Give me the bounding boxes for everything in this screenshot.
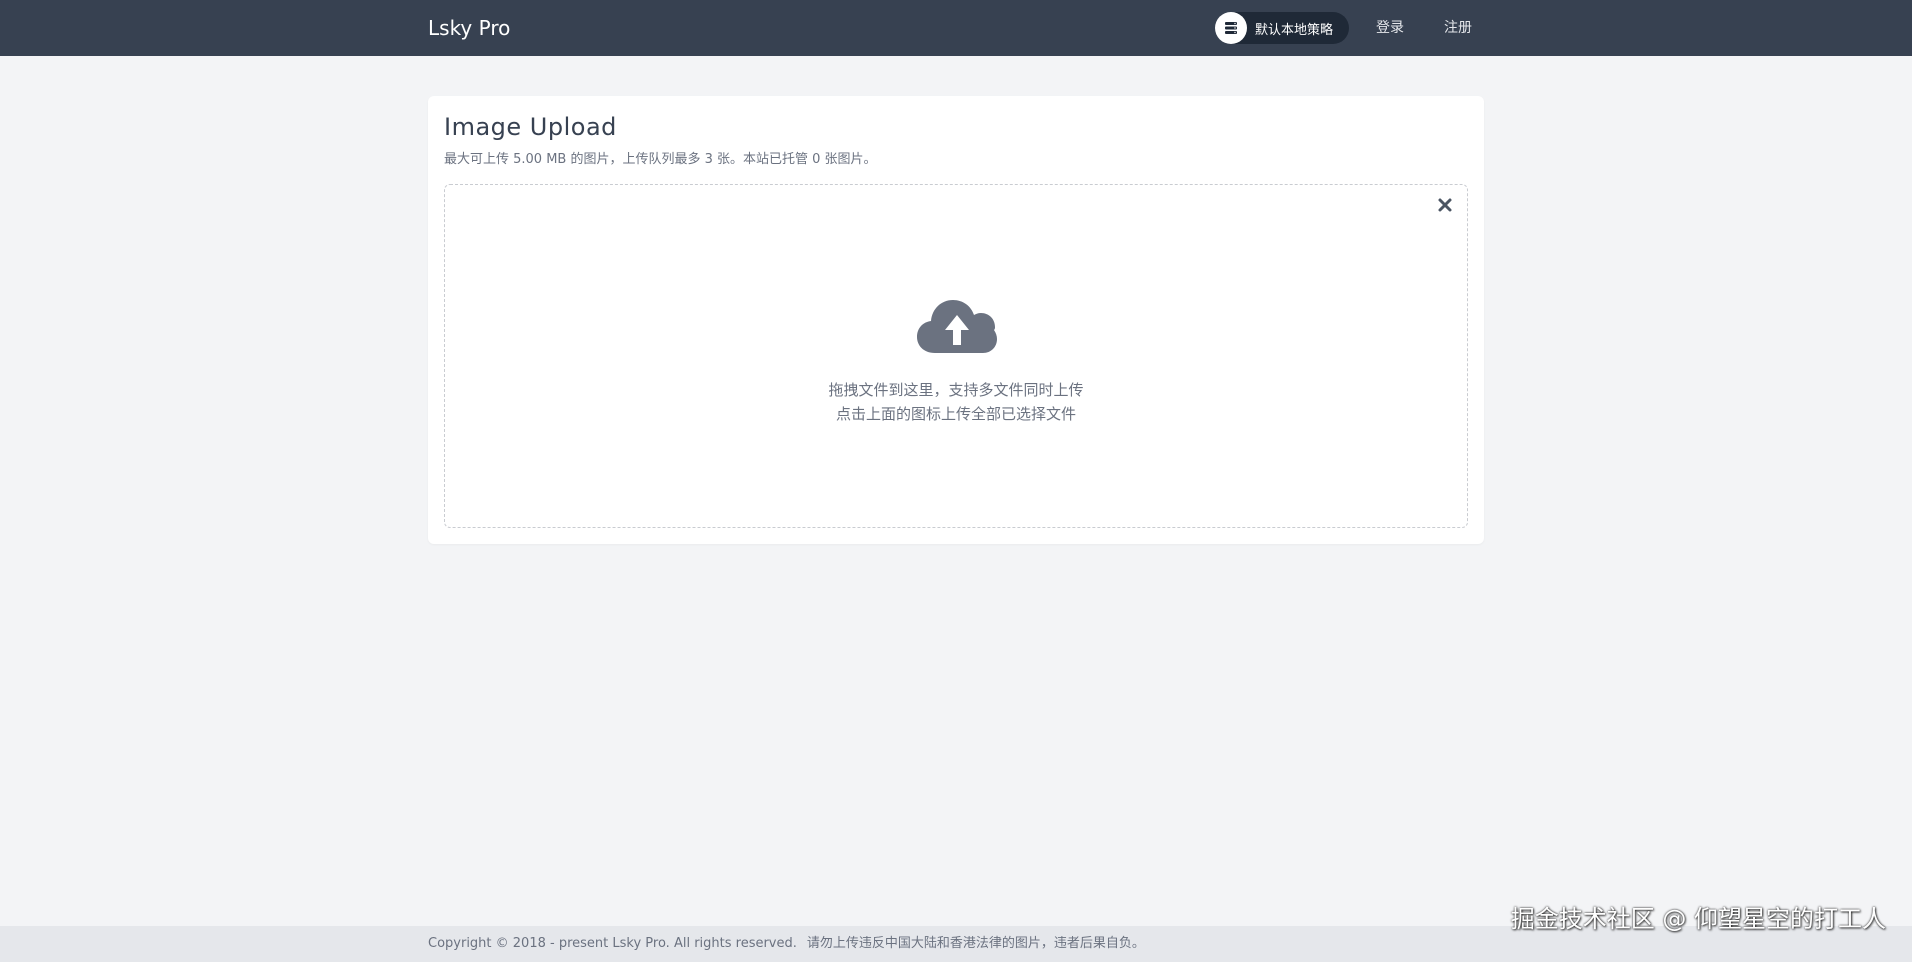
footer-copyright: Copyright © 2018 - present Lsky Pro. All… (428, 936, 797, 951)
brand-logo-link[interactable]: Lsky Pro (428, 15, 510, 41)
footer-legal-notice: 请勿上传违反中国大陆和香港法律的图片，违者后果自负。 (806, 936, 1145, 951)
login-link[interactable]: 登录 (1376, 18, 1404, 38)
close-icon[interactable] (1433, 193, 1457, 217)
storage-strategy-button[interactable]: 默认本地策略 (1215, 12, 1349, 44)
cloud-upload-icon[interactable] (917, 297, 997, 355)
watermark-text: 掘金技术社区 @ 仰望星空的打工人 (1510, 905, 1886, 933)
register-link[interactable]: 注册 (1444, 18, 1472, 38)
upload-dropzone[interactable]: 拖拽文件到这里，支持多文件同时上传 点击上面的图标上传全部已选择文件 (444, 184, 1468, 528)
upload-limits-text: 最大可上传 5.00 MB 的图片，上传队列最多 3 张。本站已托管 0 张图片… (444, 152, 877, 167)
footer-text: Copyright © 2018 - present Lsky Pro. All… (428, 935, 1145, 953)
page-title: Image Upload (444, 113, 617, 141)
server-icon (1215, 12, 1247, 44)
storage-strategy-label: 默认本地策略 (1255, 22, 1334, 38)
upload-card: Image Upload 最大可上传 5.00 MB 的图片，上传队列最多 3 … (428, 96, 1484, 544)
dropzone-hint-drag: 拖拽文件到这里，支持多文件同时上传 (828, 381, 1084, 399)
top-navbar: Lsky Pro 默认本地策略 登录 注册 (0, 0, 1912, 56)
dropzone-hint-click: 点击上面的图标上传全部已选择文件 (835, 405, 1076, 423)
